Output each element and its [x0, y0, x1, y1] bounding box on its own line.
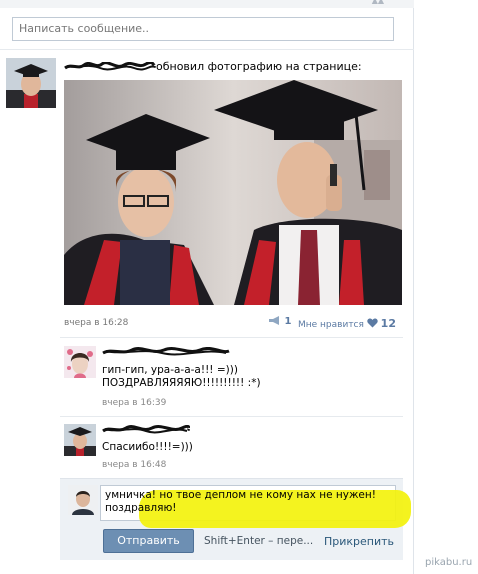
comment-line: Спасиибо!!!!=))): [102, 441, 193, 453]
reply-form: умничка! но твое деплом не кому нах не н…: [60, 478, 411, 560]
comment-date[interactable]: вчера в 16:48: [102, 460, 166, 470]
post-meta: вчера в 16:28 1 Мне нравится 12: [64, 316, 396, 330]
shift-enter-hint[interactable]: Shift+Enter – пере...: [204, 535, 313, 547]
post-author-avatar[interactable]: [6, 58, 56, 108]
comment-author-avatar[interactable]: [64, 346, 96, 378]
reply-text-line: умничка! но твое деплом не кому нах не н…: [105, 489, 376, 501]
post-author-line: обновил фотографию на странице:: [64, 60, 362, 73]
send-button[interactable]: Отправить: [103, 529, 194, 553]
comment-line: гип-гип, ура-а-а-а!!! =))): [102, 364, 238, 376]
scribbled-comment-author[interactable]: [102, 425, 190, 435]
divider: [60, 337, 403, 338]
like-label: Мне нравится: [298, 320, 364, 330]
comment-date[interactable]: вчера в 16:39: [102, 398, 166, 408]
heart-icon: [367, 318, 378, 328]
watermark: pikabu.ru: [425, 557, 473, 568]
comment: Спасиибо!!!!=))) вчера в 16:48: [60, 418, 403, 476]
top-strip: ▲▲: [0, 0, 414, 8]
post-photo[interactable]: [64, 80, 402, 305]
compose-input[interactable]: Написать сообщение..: [12, 17, 394, 41]
comment-line: ПОЗДРАВЛЯЯЯЯЮ!!!!!!!!!! :*): [102, 377, 261, 389]
comment-text: Спасиибо!!!!=))): [102, 441, 193, 454]
megaphone-icon: [269, 316, 279, 325]
reply-text-line: поздравляю!: [105, 502, 177, 514]
collapse-icon[interactable]: ▲▲: [372, 0, 384, 5]
reply-textarea[interactable]: умничка! но твое деплом не кому нах не н…: [100, 485, 411, 528]
divider: [60, 416, 403, 417]
like-count: 12: [380, 317, 396, 330]
scribbled-author-name[interactable]: [64, 62, 156, 71]
scribbled-comment-author[interactable]: [102, 347, 230, 357]
post-date[interactable]: вчера в 16:28: [64, 318, 128, 328]
like-button[interactable]: Мне нравится 12: [298, 317, 396, 330]
divider: [0, 49, 414, 50]
current-user-avatar[interactable]: [68, 485, 98, 515]
comment-text: гип-гип, ура-а-а-а!!! =))) ПОЗДРАВЛЯЯЯЯЮ…: [102, 364, 261, 390]
wall-feed: ▲▲ Написать сообщение.. обновил фотограф…: [0, 0, 414, 574]
share-button[interactable]: 1: [268, 316, 291, 327]
share-count: 1: [284, 316, 292, 327]
comment-author-avatar[interactable]: [64, 424, 96, 456]
comment: гип-гип, ура-а-а-а!!! =))) ПОЗДРАВЛЯЯЯЯЮ…: [60, 340, 403, 414]
attach-link[interactable]: Прикрепить: [324, 535, 394, 548]
post-action-text: обновил фотографию на странице:: [156, 60, 362, 73]
